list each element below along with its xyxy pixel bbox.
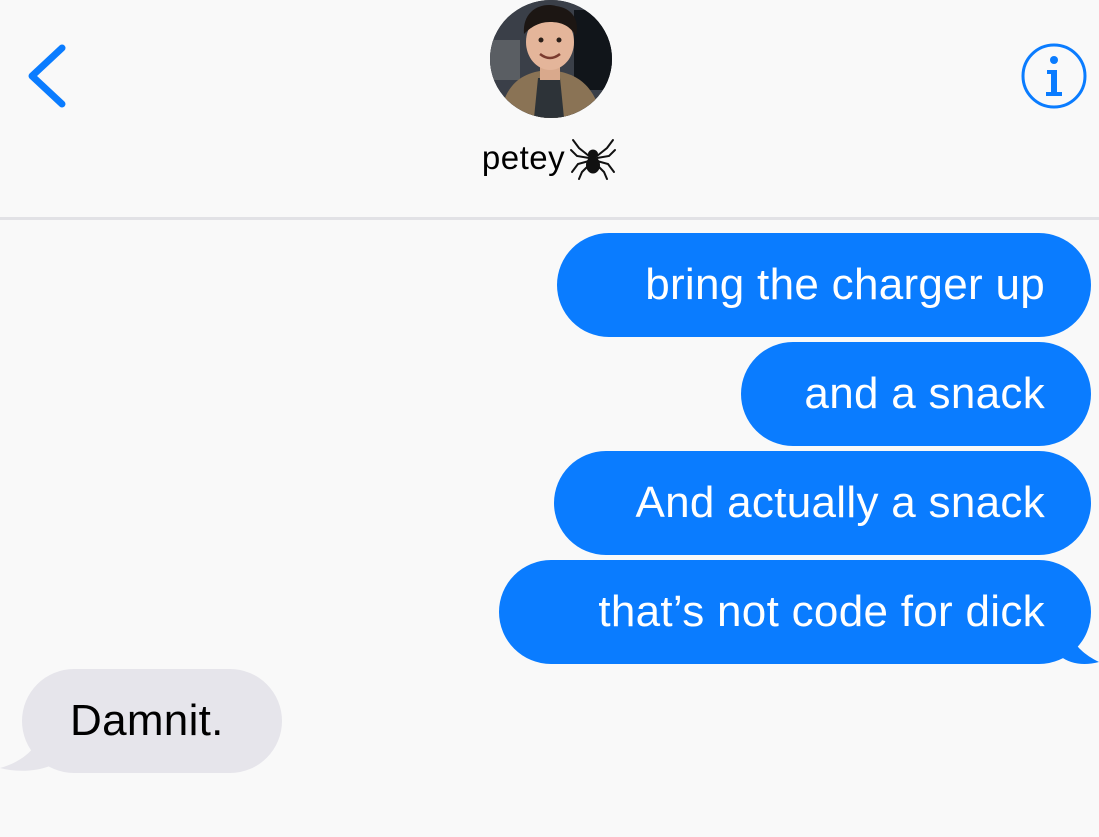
contact-avatar[interactable] [490,0,612,118]
chevron-left-icon [28,44,66,108]
conversation-header: petey [0,0,1099,219]
message-text: that’s not code for dick [598,587,1045,636]
outgoing-bubble-tail [1060,610,1099,664]
messages-conversation-screen: petey bring the charger up and a snack A… [0,0,1099,837]
incoming-bubble-tail [0,722,50,771]
contact-name: petey [481,139,566,176]
message-bubble-outgoing[interactable]: And actually a snack [554,451,1091,555]
message-bubble-outgoing[interactable]: bring the charger up [557,233,1091,337]
info-button[interactable] [1019,41,1089,111]
header-divider [0,217,1099,220]
message-bubble-incoming[interactable]: Damnit. [22,669,282,773]
message-text: Damnit. [70,696,224,745]
spider-icon [569,136,617,180]
info-icon [1021,43,1087,109]
contact-name-row[interactable]: petey [0,136,1099,180]
message-text: And actually a snack [635,478,1045,527]
message-bubble-outgoing[interactable]: that’s not code for dick [499,560,1091,664]
message-bubble-outgoing[interactable]: and a snack [741,342,1091,446]
contact-photo [490,0,612,118]
back-button[interactable] [22,40,72,112]
message-text: and a snack [804,369,1045,418]
message-text: bring the charger up [645,260,1045,309]
